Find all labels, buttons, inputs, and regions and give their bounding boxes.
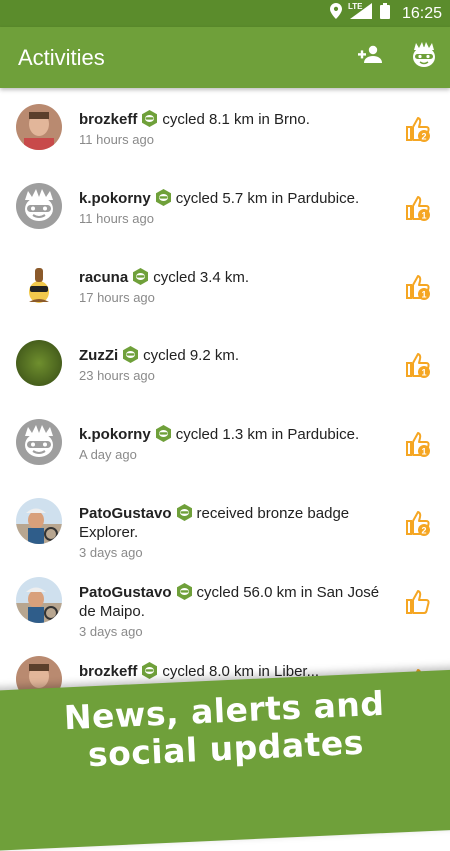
network-type: LTE xyxy=(347,2,363,11)
activity-content: PatoGustavo cycled 56.0 km in San José de… xyxy=(79,582,380,639)
activity-item[interactable]: brozkeff cycled 8.1 km in Brno. 11 hours a… xyxy=(0,88,450,167)
mascot-icon xyxy=(409,40,439,75)
activity-item[interactable]: PatoGustavo received bronze badge Explore… xyxy=(0,482,450,561)
activity-text: k.pokorny cycled 5.7 km in Pardubice. xyxy=(79,188,380,208)
activity-content: k.pokorny cycled 5.7 km in Pardubice. 11 h… xyxy=(79,188,380,226)
status-time: 16:25 xyxy=(401,4,442,22)
add-friend-button[interactable] xyxy=(352,39,388,75)
page-title: Activities xyxy=(18,45,105,70)
like-button[interactable]: 2 xyxy=(404,115,432,143)
avatar[interactable] xyxy=(16,497,62,544)
activity-description: cycled 8.1 km in Brno. xyxy=(162,111,310,128)
like-button[interactable]: 1 xyxy=(404,430,432,458)
activity-time: 23 hours ago xyxy=(79,368,155,384)
like-button[interactable]: 1 xyxy=(404,351,432,379)
like-button[interactable] xyxy=(404,588,432,616)
thumbs-up-icon: 1 xyxy=(404,274,432,305)
username[interactable]: PatoGustavo xyxy=(79,584,172,601)
activity-item[interactable]: PatoGustavo cycled 56.0 km in San José de… xyxy=(0,561,450,640)
avatar[interactable] xyxy=(16,182,62,229)
activity-content: PatoGustavo received bronze badge Explore… xyxy=(79,503,380,560)
like-button[interactable]: 1 xyxy=(404,194,432,222)
activity-content: k.pokorny cycled 1.3 km in Pardubice. A da… xyxy=(79,425,380,462)
svg-text:1: 1 xyxy=(421,368,426,378)
level-badge-icon xyxy=(141,110,158,127)
svg-text:1: 1 xyxy=(421,210,426,220)
avatar[interactable] xyxy=(16,104,62,150)
level-badge-icon xyxy=(141,661,158,679)
thumbs-up-icon: 1 xyxy=(404,432,432,462)
app-bar: Activities xyxy=(0,27,450,88)
profile-button[interactable] xyxy=(406,39,442,75)
activity-item[interactable]: ZuzZi cycled 9.2 km. 23 hours ago 1 xyxy=(0,324,450,403)
username[interactable]: PatoGustavo xyxy=(79,505,172,522)
status-icons: LTE 16:25 xyxy=(329,0,442,27)
activity-description: cycled 1.3 km in Pardubice. xyxy=(175,426,360,444)
level-badge-icon xyxy=(176,503,193,521)
activity-time: A day ago xyxy=(79,447,137,463)
username[interactable]: k.pokorny xyxy=(79,426,151,443)
svg-text:1: 1 xyxy=(421,289,426,299)
svg-text:1: 1 xyxy=(421,447,426,457)
activity-time: 11 hours ago xyxy=(79,132,154,147)
like-button[interactable]: 2 xyxy=(404,509,432,537)
activity-time: 3 days ago xyxy=(79,544,143,560)
activity-text: racuna cycled 3.4 km. xyxy=(79,267,380,287)
activity-text: brozkeff cycled 8.1 km in Brno. xyxy=(79,110,380,129)
level-badge-icon xyxy=(132,267,149,285)
level-badge-icon xyxy=(176,582,193,600)
svg-text:2: 2 xyxy=(421,525,426,535)
activity-text: PatoGustavo received bronze badge Explore… xyxy=(79,503,380,542)
thumbs-up-icon: 2 xyxy=(404,510,432,541)
avatar[interactable] xyxy=(16,340,62,387)
avatar[interactable] xyxy=(16,419,62,466)
username[interactable]: brozkeff xyxy=(79,663,137,680)
thumbs-up-icon xyxy=(404,589,432,620)
activity-text: k.pokorny cycled 1.3 km in Pardubice. xyxy=(79,425,380,444)
level-badge-icon xyxy=(155,188,172,206)
like-button[interactable]: 1 xyxy=(404,273,432,301)
username[interactable]: racuna xyxy=(79,269,128,286)
activity-list: brozkeff cycled 8.1 km in Brno. 11 hours a… xyxy=(0,88,450,718)
level-badge-icon xyxy=(155,425,172,443)
level-badge-icon xyxy=(122,346,139,364)
avatar[interactable] xyxy=(16,576,62,623)
activity-text: ZuzZi cycled 9.2 km. xyxy=(79,346,380,365)
username[interactable]: ZuzZi xyxy=(79,347,118,364)
activity-time: 11 hours ago xyxy=(79,210,154,226)
add-person-icon xyxy=(356,45,384,70)
activity-text: PatoGustavo cycled 56.0 km in San José de… xyxy=(79,582,380,621)
username[interactable]: brozkeff xyxy=(79,111,137,128)
activity-time: 17 hours ago xyxy=(79,289,155,305)
status-bar: LTE 16:25 xyxy=(0,0,450,27)
activity-time: 3 days ago xyxy=(79,623,143,639)
activity-description: cycled 5.7 km in Pardubice. xyxy=(175,189,360,207)
username[interactable]: k.pokorny xyxy=(79,190,151,207)
svg-text:2: 2 xyxy=(421,132,426,142)
activity-item[interactable]: racuna cycled 3.4 km. 17 hours ago 1 xyxy=(0,246,450,325)
activity-description: cycled 9.2 km. xyxy=(143,347,240,365)
activity-description: cycled 3.4 km. xyxy=(153,268,250,286)
avatar[interactable] xyxy=(16,261,62,308)
thumbs-up-icon: 2 xyxy=(404,117,432,147)
activity-content: racuna cycled 3.4 km. 17 hours ago xyxy=(79,267,380,305)
thumbs-up-icon: 1 xyxy=(404,353,432,383)
signal-icon: LTE xyxy=(347,2,372,24)
location-icon xyxy=(329,3,342,24)
activity-item[interactable]: k.pokorny cycled 5.7 km in Pardubice. 11 h… xyxy=(0,167,450,246)
activity-content: brozkeff cycled 8.1 km in Brno. 11 hours a… xyxy=(79,110,380,147)
activity-item[interactable]: k.pokorny cycled 1.3 km in Pardubice. A da… xyxy=(0,403,450,482)
thumbs-up-icon: 1 xyxy=(404,195,432,226)
activity-content: ZuzZi cycled 9.2 km. 23 hours ago xyxy=(79,346,380,383)
battery-icon xyxy=(379,3,390,24)
